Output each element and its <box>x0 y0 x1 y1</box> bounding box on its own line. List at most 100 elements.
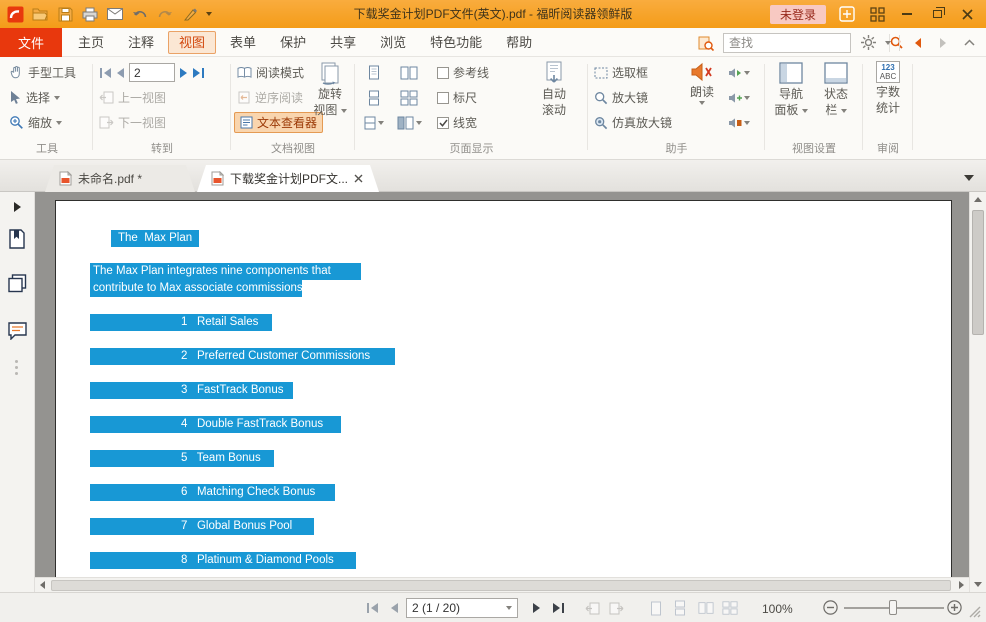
zoom-tool-button[interactable]: 缩放 <box>6 110 88 135</box>
horizontal-scroll-thumb[interactable] <box>51 580 951 591</box>
facing-page-button[interactable] <box>392 60 426 85</box>
ribbon-prev-button[interactable] <box>908 34 926 52</box>
undo-icon[interactable] <box>131 5 149 23</box>
vertical-scroll-thumb[interactable] <box>972 210 984 335</box>
minimize-button[interactable] <box>898 5 916 23</box>
resize-grip[interactable] <box>966 603 982 619</box>
hand-tool-button[interactable]: 手型工具 <box>6 60 88 85</box>
status-previous-view-button[interactable] <box>584 600 600 616</box>
settings-caret-icon[interactable] <box>885 41 891 45</box>
navigation-panel-button[interactable]: 导航 面板 <box>770 61 812 117</box>
tab-features[interactable]: 特色功能 <box>418 29 494 56</box>
select-tool-button[interactable]: 选择 <box>6 85 88 110</box>
ruler-checkbox[interactable]: 标尺 <box>434 85 526 110</box>
pdf-page[interactable]: The Max Plan The Max Plan integrates nin… <box>55 200 952 592</box>
print-icon[interactable] <box>81 5 99 23</box>
highlighted-text-line[interactable]: The Max Plan integrates nine components … <box>90 263 361 280</box>
redo-icon[interactable] <box>156 5 174 23</box>
document-canvas[interactable]: The Max Plan The Max Plan integrates nin… <box>35 192 969 592</box>
continuous-page-button[interactable] <box>360 85 388 110</box>
sidebar-grip[interactable] <box>14 360 19 376</box>
doc-tab-untitled[interactable]: 未命名.pdf * <box>45 165 195 192</box>
guides-checkbox[interactable]: 参考线 <box>434 60 526 85</box>
line-width-checkbox[interactable]: 线宽 <box>434 110 526 135</box>
read-control-button-2[interactable] <box>725 85 761 110</box>
status-bar-button[interactable]: 状态 栏 <box>816 61 856 117</box>
tab-protect[interactable]: 保护 <box>268 29 318 56</box>
reverse-read-button[interactable]: 逆序阅读 <box>234 85 310 110</box>
tab-comment[interactable]: 注释 <box>116 29 166 56</box>
tab-view[interactable]: 视图 <box>168 31 216 54</box>
highlighted-text-line[interactable]: 2 Preferred Customer Commissions <box>90 348 395 365</box>
highlighted-text-line[interactable]: 6 Matching Check Bonus <box>90 484 335 501</box>
loupe-button[interactable]: 仿真放大镜 <box>591 110 681 135</box>
status-next-view-button[interactable] <box>608 600 624 616</box>
scroll-left-button[interactable] <box>35 578 50 592</box>
tab-file[interactable]: 文件 <box>0 28 62 57</box>
tab-home[interactable]: 主页 <box>66 29 116 56</box>
scroll-down-button[interactable] <box>970 577 986 592</box>
status-next-page-button[interactable] <box>528 600 544 616</box>
settings-button[interactable] <box>859 34 877 52</box>
restore-button[interactable] <box>928 5 946 23</box>
split-view-button[interactable] <box>360 110 388 135</box>
email-icon[interactable] <box>106 5 124 23</box>
single-page-button[interactable] <box>360 60 388 85</box>
cover-mode-button[interactable] <box>392 110 426 135</box>
word-count-button[interactable]: 123 ABC 字数 统计 <box>866 61 910 115</box>
highlighted-text-line[interactable]: 5 Team Bonus <box>90 450 274 467</box>
zoom-in-button[interactable] <box>946 599 963 616</box>
highlighted-text-line[interactable]: 4 Double FastTrack Bonus <box>90 416 341 433</box>
touch-mode-icon[interactable] <box>181 5 199 23</box>
ribbon-next-button[interactable] <box>934 34 952 52</box>
expand-panel-button[interactable] <box>6 196 28 218</box>
comments-panel-button[interactable] <box>6 320 28 342</box>
horizontal-scrollbar[interactable] <box>35 577 969 592</box>
foxit-logo[interactable] <box>6 5 24 23</box>
tab-form[interactable]: 表单 <box>218 29 268 56</box>
highlighted-text-line[interactable]: 1 Retail Sales <box>90 314 272 331</box>
previous-view-button[interactable]: 上一视图 <box>96 85 228 110</box>
read-mode-button[interactable]: 阅读模式 <box>234 60 310 85</box>
promotion-icon[interactable] <box>838 5 856 23</box>
status-last-page-button[interactable] <box>550 600 566 616</box>
next-view-button[interactable]: 下一视图 <box>96 110 228 135</box>
scroll-right-button[interactable] <box>954 578 969 592</box>
layers-panel-button[interactable] <box>6 272 28 294</box>
status-single-page-button[interactable] <box>648 600 664 616</box>
marquee-button[interactable]: 选取框 <box>591 60 681 85</box>
status-first-page-button[interactable] <box>364 600 380 616</box>
close-button[interactable] <box>958 5 976 23</box>
vertical-scrollbar[interactable] <box>969 192 986 592</box>
search-go-button[interactable] <box>889 34 903 52</box>
zoom-slider-thumb[interactable] <box>889 600 897 615</box>
highlighted-text-line[interactable]: The Max Plan <box>111 230 199 247</box>
open-file-icon[interactable] <box>31 5 49 23</box>
rotate-view-button[interactable]: 旋转 视图 <box>310 61 350 117</box>
read-aloud-button[interactable]: 朗读 <box>683 61 721 105</box>
first-page-button[interactable] <box>99 67 112 79</box>
read-control-button-1[interactable] <box>725 60 761 85</box>
status-continuous-button[interactable] <box>672 600 688 616</box>
collapse-ribbon-button[interactable] <box>960 34 978 52</box>
highlighted-text-line[interactable]: contribute to Max associate commissions: <box>90 280 302 297</box>
status-facing-continuous-button[interactable] <box>722 600 738 616</box>
tab-browse[interactable]: 浏览 <box>368 29 418 56</box>
prev-page-button[interactable] <box>116 67 125 79</box>
tab-help[interactable]: 帮助 <box>494 29 544 56</box>
facing-continuous-button[interactable] <box>392 85 426 110</box>
bookmarks-panel-button[interactable] <box>6 228 28 250</box>
doc-tab-bonus-plan[interactable]: 下载奖金计划PDF文... <box>197 165 379 192</box>
app-grid-icon[interactable] <box>868 5 886 23</box>
save-icon[interactable] <box>56 5 74 23</box>
tab-list-button[interactable] <box>960 170 978 186</box>
highlighted-text-line[interactable]: 7 Global Bonus Pool <box>90 518 314 535</box>
page-number-input[interactable] <box>129 63 175 82</box>
read-control-button-3[interactable] <box>725 110 761 135</box>
last-page-button[interactable] <box>192 67 205 79</box>
highlighted-text-line[interactable]: 3 FastTrack Bonus <box>90 382 293 399</box>
zoom-out-button[interactable] <box>822 599 839 616</box>
status-facing-button[interactable] <box>698 600 714 616</box>
magnifier-button[interactable]: 放大镜 <box>591 85 681 110</box>
status-prev-page-button[interactable] <box>386 600 402 616</box>
